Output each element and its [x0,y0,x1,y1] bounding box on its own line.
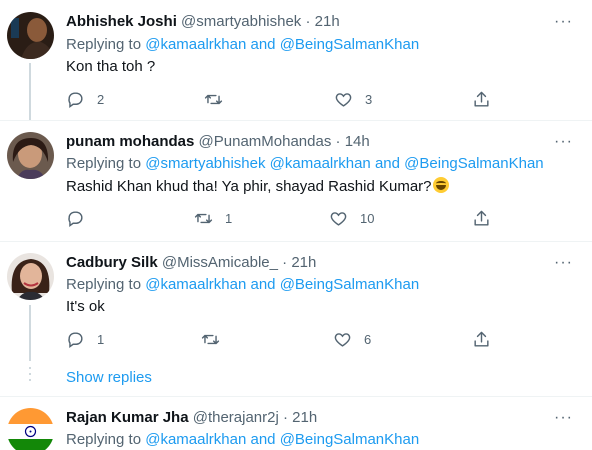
author-name[interactable]: Abhishek Joshi [66,13,177,30]
mention-link[interactable]: @kamaalrkhan [145,431,246,448]
reply-icon [68,91,83,108]
mention-link[interactable]: @smartyabhishek [145,155,265,172]
and-word[interactable]: and [246,431,279,448]
retweet-count: 1 [225,210,233,226]
more-icon[interactable]: ··· [554,12,572,32]
mention-link[interactable]: @BeingSalmanKhan [280,36,419,53]
avatar[interactable] [7,408,54,450]
timestamp[interactable]: 14h [345,133,370,150]
grinning-emoji-icon [432,177,449,193]
retweet-icon [194,213,213,223]
replying-to: Replying to @smartyabhishek @kamaalrkhan… [66,154,544,174]
author-handle[interactable]: @PunamMohandas [199,133,332,150]
reply-count: 2 [97,91,105,107]
share-icon [474,91,489,107]
like-count: 6 [364,331,372,347]
thread-line [29,63,31,120]
author-name[interactable]: Rajan Kumar Jha [66,409,189,426]
tweet-rajan-kumar-jha[interactable]: Rajan Kumar Jha @therajanr2j · 21h ··· R… [0,397,592,450]
reply-button[interactable] [66,207,97,229]
share-button[interactable] [472,328,491,350]
replying-prefix: Replying to [66,276,146,293]
avatar[interactable] [7,253,54,300]
author-name[interactable]: punam mohandas [66,133,194,150]
share-icon [474,210,489,226]
mention-link[interactable]: @kamaalrkhan [145,36,246,53]
action-bar: 1 10 [64,207,494,229]
separator-dot: · [283,409,288,426]
tweet-header: punam mohandas @PunamMohandas · 14h [66,132,370,152]
share-icon [474,331,489,347]
tweet-text-content: Rashid Khan khud tha! Ya phir, shayad Ra… [66,178,432,195]
tweet-header: Rajan Kumar Jha @therajanr2j · 21h [66,408,317,428]
tweet-cadbury-silk[interactable]: Cadbury Silk @MissAmicable_ · 21h ··· Re… [0,242,592,396]
author-name[interactable]: Cadbury Silk [66,254,158,271]
share-button[interactable] [472,88,491,110]
replying-to: Replying to @kamaalrkhan and @BeingSalma… [66,275,419,295]
mention-link[interactable]: @BeingSalmanKhan [280,431,419,448]
mention-link[interactable]: @kamaalrkhan [270,155,371,172]
replying-to: Replying to @kamaalrkhan and @BeingSalma… [66,430,419,450]
retweet-button[interactable] [204,88,235,110]
heart-icon [335,92,352,107]
timestamp[interactable]: 21h [291,254,316,271]
and-word[interactable]: and [246,36,279,53]
action-bar: 2 3 [64,88,494,110]
tweet-abhishek-joshi[interactable]: Abhishek Joshi @smartyabhishek · 21h ···… [0,0,592,120]
mention-link[interactable]: @kamaalrkhan [145,276,246,293]
retweet-button[interactable]: 1 [194,207,232,229]
more-icon[interactable]: ··· [554,132,572,152]
thread-line [29,305,31,361]
avatar[interactable] [7,132,54,179]
like-button[interactable]: 10 [329,207,374,229]
reply-icon [68,331,83,348]
retweet-button[interactable] [201,328,232,350]
replying-to: Replying to @kamaalrkhan and @BeingSalma… [66,35,419,55]
separator-dot: · [305,13,311,30]
replying-prefix: Replying to [66,155,146,172]
avatar[interactable] [7,12,54,59]
author-handle[interactable]: @therajanr2j [193,409,279,426]
tweet-text: Rashid Khan khud tha! Ya phir, shayad Ra… [66,177,449,197]
separator-dot: · [335,133,341,150]
author-handle[interactable]: @MissAmicable_ [162,254,278,271]
share-button[interactable] [472,207,491,229]
author-handle[interactable]: @smartyabhishek [181,13,301,30]
and-word[interactable]: and [246,276,279,293]
reply-icon [68,210,83,227]
retweet-icon [204,94,223,104]
replying-prefix: Replying to [66,431,146,448]
more-icon[interactable]: ··· [554,253,572,273]
more-icon[interactable]: ··· [554,408,572,428]
like-count: 10 [360,210,375,226]
reply-count: 1 [97,331,105,347]
tweet-header: Cadbury Silk @MissAmicable_ · 21h [66,253,316,273]
tweet-punam-mohandas[interactable]: punam mohandas @PunamMohandas · 14h ··· … [0,121,592,241]
replying-prefix: Replying to [66,36,146,53]
like-count: 3 [365,91,373,107]
mention-link[interactable]: @BeingSalmanKhan [280,276,419,293]
reply-button[interactable]: 1 [66,328,104,350]
timestamp[interactable]: 21h [292,409,317,426]
mention-link[interactable]: @BeingSalmanKhan [404,155,543,172]
tweet-text: It's ok [66,298,105,315]
like-button[interactable]: 6 [333,328,371,350]
heart-icon [334,332,351,347]
tweet-text: Kon tha toh ? [66,58,156,75]
reply-button[interactable]: 2 [66,88,104,110]
separator-dot: · [282,254,288,271]
timestamp[interactable]: 21h [315,13,340,30]
and-word[interactable]: and [371,155,404,172]
like-button[interactable]: 3 [334,88,372,110]
show-replies-link[interactable]: Show replies [66,368,152,388]
retweet-icon [201,334,220,344]
heart-icon [330,211,347,226]
thread-dots [29,367,31,385]
tweet-header: Abhishek Joshi @smartyabhishek · 21h [66,12,340,32]
action-bar: 1 6 [64,328,494,350]
